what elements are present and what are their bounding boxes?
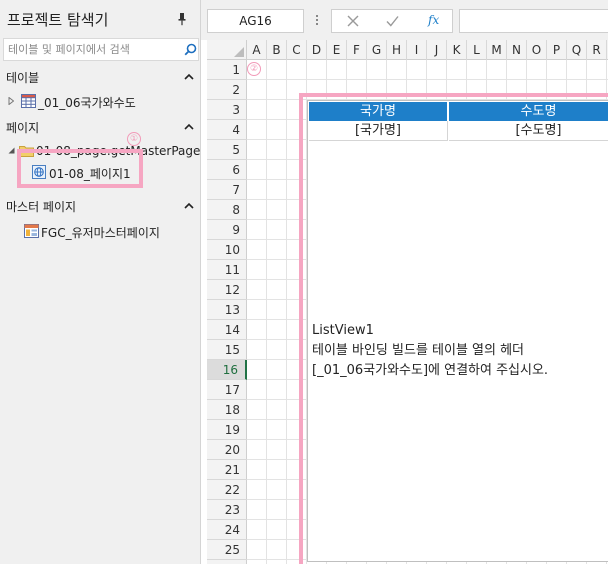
row-header[interactable]: 24: [207, 520, 247, 540]
callout-highlight-1: [17, 149, 143, 188]
column-header[interactable]: I: [407, 40, 427, 60]
row-header[interactable]: 18: [207, 400, 247, 420]
row-header[interactable]: 22: [207, 480, 247, 500]
master-page-icon: [24, 224, 39, 238]
column-header[interactable]: G: [367, 40, 387, 60]
section-tables-header[interactable]: 테이블: [0, 67, 201, 87]
search-input[interactable]: [8, 42, 176, 57]
row-header[interactable]: 17: [207, 380, 247, 400]
chevron-up-icon[interactable]: [184, 202, 194, 209]
row-header[interactable]: 2: [207, 80, 247, 100]
row-header[interactable]: 15: [207, 340, 247, 360]
callout-badge-1: ①: [127, 132, 141, 146]
column-header[interactable]: O: [527, 40, 547, 60]
select-all-corner[interactable]: [207, 40, 247, 60]
search-box: [3, 38, 199, 61]
section-master-pages-header[interactable]: 마스터 페이지: [0, 196, 201, 216]
section-master-pages-label: 마스터 페이지: [6, 200, 77, 214]
tree-item-table-label: _01_06국가와수도: [38, 96, 136, 110]
row-header[interactable]: 13: [207, 300, 247, 320]
column-header[interactable]: R: [587, 40, 607, 60]
row-header[interactable]: 8: [207, 200, 247, 220]
column-header[interactable]: N: [507, 40, 527, 60]
formula-bar: AG16 fx: [201, 0, 608, 40]
column-header[interactable]: C: [287, 40, 307, 60]
row-header[interactable]: 21: [207, 460, 247, 480]
callout-badge-2: ②: [247, 62, 261, 76]
row-header[interactable]: 11: [207, 260, 247, 280]
section-pages-header[interactable]: 페이지: [0, 117, 201, 137]
pin-icon[interactable]: [177, 12, 187, 26]
column-headers: ABCDEFGHIJKLMNOPQR: [247, 40, 608, 60]
column-header[interactable]: B: [267, 40, 287, 60]
select-all-icon: [234, 47, 244, 57]
collapse-arrow-icon[interactable]: [7, 147, 15, 154]
row-headers: 1 2 3 4 5 6 7 8 9 10 11 12 13 14 15 16 17 18 19 20 21 22 23 24 2…: [207, 60, 247, 564]
column-header[interactable]: J: [427, 40, 447, 60]
column-header[interactable]: L: [467, 40, 487, 60]
chevron-up-icon[interactable]: [184, 123, 194, 130]
tree-item-master-page[interactable]: FGC_유저마스터페이지: [0, 221, 201, 241]
column-header[interactable]: P: [547, 40, 567, 60]
explorer-title: 프로젝트 탐색기: [7, 11, 109, 29]
search-icon[interactable]: [184, 43, 197, 56]
row-header[interactable]: 9: [207, 220, 247, 240]
row-header[interactable]: 20: [207, 440, 247, 460]
section-tables-label: 테이블: [6, 71, 40, 85]
row-header[interactable]: 7: [207, 180, 247, 200]
column-header[interactable]: E: [327, 40, 347, 60]
callout-highlight-2: [299, 93, 608, 564]
row-header[interactable]: 1: [207, 60, 247, 80]
column-header[interactable]: M: [487, 40, 507, 60]
row-header[interactable]: 12: [207, 280, 247, 300]
formula-input[interactable]: [459, 9, 608, 33]
column-header[interactable]: A: [247, 40, 267, 60]
cancel-button[interactable]: [332, 10, 372, 32]
more-vertical-icon[interactable]: [315, 13, 319, 27]
row-header[interactable]: 10: [207, 240, 247, 260]
section-pages-label: 페이지: [6, 121, 40, 135]
column-header[interactable]: F: [347, 40, 367, 60]
column-header[interactable]: H: [387, 40, 407, 60]
table-icon: [21, 94, 36, 108]
column-header[interactable]: D: [307, 40, 327, 60]
expand-arrow-icon[interactable]: [8, 97, 14, 105]
column-header[interactable]: K: [447, 40, 467, 60]
row-header[interactable]: 25: [207, 540, 247, 560]
row-header[interactable]: 19: [207, 420, 247, 440]
cell-grid[interactable]: 국가명 수도명 [국가명] [수도명] ListView1 테이블 바인딩 빌드…: [247, 60, 608, 564]
chevron-up-icon[interactable]: [184, 73, 194, 80]
row-header[interactable]: 14: [207, 320, 247, 340]
row-header[interactable]: 16: [207, 360, 247, 380]
function-icon: fx: [428, 13, 440, 27]
tree-item-table[interactable]: _01_06국가와수도: [0, 91, 201, 111]
row-header[interactable]: 23: [207, 500, 247, 520]
row-header[interactable]: 6: [207, 160, 247, 180]
insert-function-button[interactable]: fx: [412, 10, 452, 32]
cell-reference-box[interactable]: AG16: [207, 9, 304, 33]
check-icon: [386, 16, 399, 27]
row-header[interactable]: 5: [207, 140, 247, 160]
row-header[interactable]: 4: [207, 120, 247, 140]
project-explorer-panel: 프로젝트 탐색기 테이블 _01_06국가와수도 페이지: [0, 0, 201, 564]
formula-action-group: fx: [331, 9, 453, 33]
spreadsheet: ABCDEFGHIJKLMNOPQR 1 2 3 4 5 6 7 8 9 10 11 12 13 14 15…: [207, 40, 608, 564]
confirm-button[interactable]: [372, 10, 412, 32]
column-header[interactable]: Q: [567, 40, 587, 60]
close-icon: [347, 15, 359, 27]
tree-item-master-page-label: FGC_유저마스터페이지: [41, 226, 160, 240]
row-header[interactable]: 3: [207, 100, 247, 120]
